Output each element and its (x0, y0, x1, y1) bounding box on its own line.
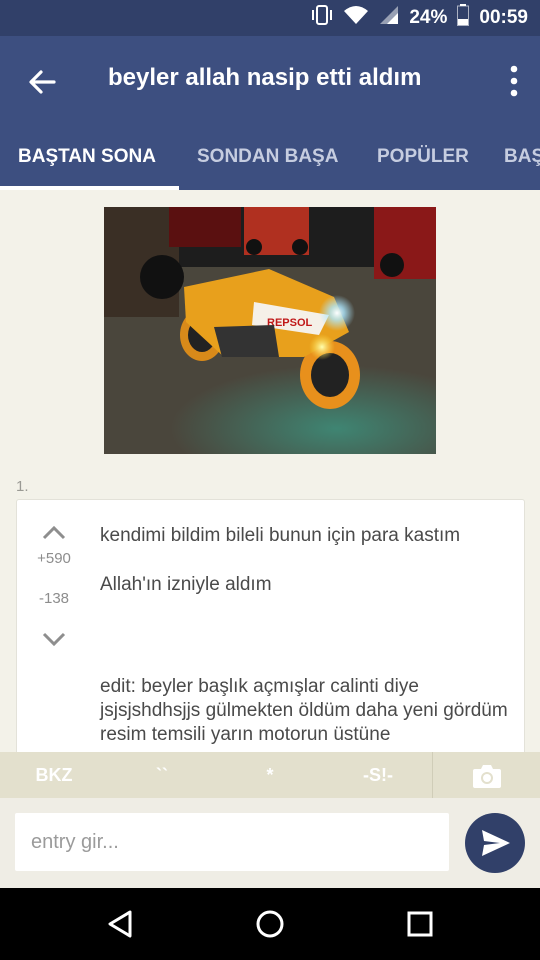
system-nav-bar (0, 888, 540, 960)
tab-bastan-sona[interactable]: BAŞTAN SONA (18, 146, 156, 168)
tab-sondan-basa[interactable]: SONDAN BAŞA (197, 146, 338, 168)
page-title: beyler allah nasip etti aldım (108, 64, 422, 91)
send-button[interactable] (465, 813, 525, 873)
star-button[interactable]: * (230, 752, 310, 798)
downvote-count: -138 (38, 590, 70, 607)
spoiler-button[interactable]: -S!- (338, 752, 418, 798)
quote-button[interactable]: `` (122, 752, 202, 798)
status-icons: 24% 00:59 (311, 0, 528, 36)
arrow-back-icon (29, 70, 56, 94)
wifi-icon (343, 5, 369, 31)
entry-text: kendimi bildim bileli bunun için para ka… (100, 524, 510, 747)
more-options-button[interactable] (508, 64, 520, 98)
sort-tabs: BAŞTAN SONA SONDAN BAŞA POPÜLER BAŞ (0, 126, 540, 190)
entry-input[interactable] (15, 813, 449, 871)
status-bar: 24% 00:59 (0, 0, 540, 36)
chevron-up-icon (42, 525, 66, 540)
entry-number: 1. (16, 478, 29, 495)
battery-percent: 24% (409, 7, 448, 28)
entry-paragraph: kendimi bildim bileli bunun için para ka… (100, 525, 461, 546)
app-bar: beyler allah nasip etti aldım (0, 36, 540, 126)
square-recents-icon (407, 911, 433, 937)
entry-paragraph: Allah'ın izniyle aldım (100, 574, 272, 595)
nav-home-button[interactable] (252, 906, 288, 942)
tab-populer[interactable]: POPÜLER (377, 146, 469, 168)
upvote-count: +590 (37, 550, 71, 567)
tab-bas[interactable]: BAŞ (504, 146, 540, 168)
circle-home-icon (256, 910, 284, 938)
triangle-back-icon (108, 910, 132, 938)
send-icon (482, 830, 510, 856)
entry-paragraph: edit: beyler başlık açmışlar calinti diy… (100, 676, 508, 745)
clock: 00:59 (479, 7, 528, 28)
camera-icon (472, 765, 501, 789)
chevron-down-icon (42, 632, 66, 647)
downvote-button[interactable] (41, 630, 67, 650)
battery-icon (457, 4, 470, 32)
nav-back-button[interactable] (102, 906, 138, 942)
upvote-button[interactable] (41, 522, 67, 542)
back-button[interactable] (22, 62, 62, 102)
entry-card: +590 -138 kendimi bildim bileli bunun iç… (16, 499, 525, 752)
entry-list[interactable]: REPSOL 1. +590 -138 kendimi bildim bilel… (0, 190, 540, 752)
more-vert-icon (510, 65, 518, 97)
signal-icon (379, 5, 399, 31)
nav-recents-button[interactable] (402, 906, 438, 942)
camera-button[interactable] (433, 752, 540, 798)
bkz-button[interactable]: BKZ (14, 752, 94, 798)
motorcycle-photo[interactable]: REPSOL (104, 207, 436, 454)
composer (0, 798, 540, 888)
vibrate-icon (311, 5, 333, 31)
format-toolbar: BKZ `` * -S!- (0, 752, 540, 798)
